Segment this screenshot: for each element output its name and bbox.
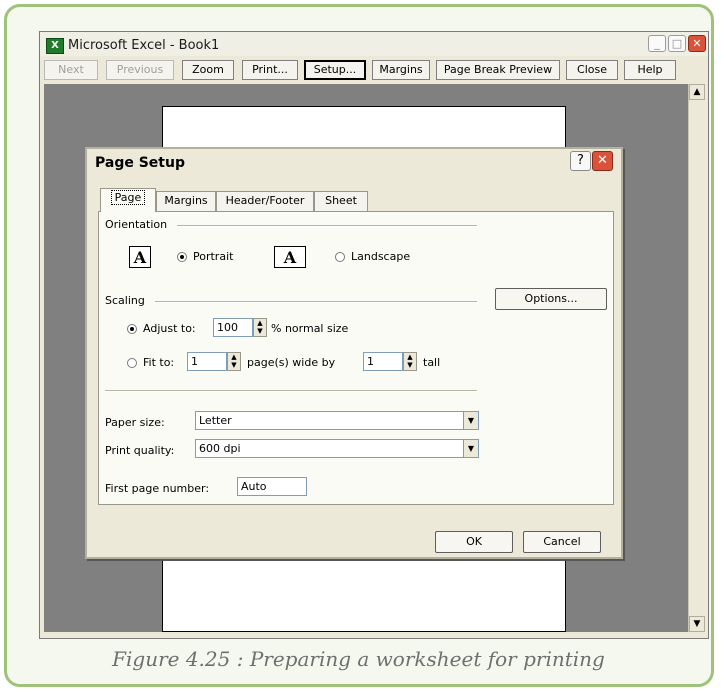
wide-suffix-label: page(s) wide by: [247, 356, 336, 369]
page-break-preview-button[interactable]: Page Break Preview: [436, 60, 560, 80]
figure-caption: Figure 4.25 : Preparing a worksheet for …: [112, 647, 605, 671]
orientation-group-label: Orientation: [105, 218, 168, 231]
previous-button[interactable]: Previous: [106, 60, 174, 80]
print-quality-value: 600 dpi: [199, 442, 241, 455]
adjust-to-radio[interactable]: [127, 324, 137, 334]
title-bar: X Microsoft Excel - Book1 _ □ ✕: [40, 32, 708, 56]
paper-size-dropdown-icon[interactable]: ▼: [463, 412, 478, 429]
fit-tall-spinner[interactable]: ▲ ▼: [403, 352, 417, 371]
dialog-close-icon[interactable]: ✕: [592, 151, 613, 171]
help-button[interactable]: Help: [624, 60, 676, 80]
scroll-down-icon[interactable]: ▼: [689, 616, 705, 632]
fit-wide-input[interactable]: 1: [187, 352, 227, 371]
print-quality-select[interactable]: 600 dpi ▼: [195, 439, 479, 458]
close-window-button[interactable]: ✕: [688, 35, 706, 52]
tall-suffix-label: tall: [423, 356, 441, 369]
orientation-divider: [177, 225, 477, 227]
scaling-bottom-divider: [105, 390, 477, 392]
window-title: Microsoft Excel - Book1: [68, 38, 220, 53]
dialog-title: Page Setup: [95, 155, 185, 171]
options-button[interactable]: Options...: [495, 288, 607, 310]
landscape-page-icon: A: [274, 246, 306, 268]
fit-to-label[interactable]: Fit to:: [143, 356, 174, 369]
ok-button[interactable]: OK: [435, 531, 513, 553]
tab-page[interactable]: Page: [100, 188, 156, 212]
paper-size-select[interactable]: Letter ▼: [195, 411, 479, 430]
fit-to-radio[interactable]: [127, 358, 137, 368]
vertical-scrollbar[interactable]: ▲ ▼: [688, 84, 705, 632]
close-preview-button[interactable]: Close: [566, 60, 618, 80]
adjust-percent-spinner[interactable]: ▲ ▼: [253, 318, 267, 337]
paper-size-value: Letter: [199, 414, 232, 427]
tab-header-footer[interactable]: Header/Footer: [216, 191, 314, 211]
portrait-page-icon: A: [129, 246, 151, 268]
adjust-suffix-label: % normal size: [271, 322, 349, 335]
tab-page-label: Page: [110, 190, 146, 205]
margins-button[interactable]: Margins: [372, 60, 430, 80]
print-button[interactable]: Print...: [242, 60, 298, 80]
portrait-radio[interactable]: [177, 252, 187, 262]
fit-wide-spinner[interactable]: ▲ ▼: [227, 352, 241, 371]
scaling-group-label: Scaling: [105, 294, 145, 307]
portrait-label[interactable]: Portrait: [193, 250, 233, 263]
landscape-label[interactable]: Landscape: [351, 250, 410, 263]
zoom-button[interactable]: Zoom: [182, 60, 234, 80]
print-preview-toolbar: Next Previous Zoom Print... Setup... Mar…: [40, 58, 708, 84]
adjust-percent-input[interactable]: 100: [213, 318, 253, 337]
fit-tall-input[interactable]: 1: [363, 352, 403, 371]
first-page-input[interactable]: Auto: [237, 477, 307, 496]
page-tab-panel: Orientation A Portrait A Landscape Scali…: [98, 211, 614, 505]
scaling-divider: [155, 301, 477, 303]
figure-frame: NCERT X Microsoft Excel - Book1 _ □ ✕ Ne…: [4, 4, 714, 687]
tab-margins[interactable]: Margins: [156, 191, 216, 211]
print-quality-label: Print quality:: [105, 444, 175, 457]
maximize-button[interactable]: □: [668, 35, 686, 52]
cancel-button[interactable]: Cancel: [523, 531, 601, 553]
print-quality-dropdown-icon[interactable]: ▼: [463, 440, 478, 457]
next-button[interactable]: Next: [44, 60, 98, 80]
tab-sheet[interactable]: Sheet: [314, 191, 368, 211]
paper-size-label: Paper size:: [105, 416, 165, 429]
first-page-label: First page number:: [105, 482, 210, 495]
setup-button[interactable]: Setup...: [304, 60, 366, 80]
dialog-help-icon[interactable]: ?: [570, 151, 591, 171]
excel-app-icon: X: [46, 38, 64, 54]
adjust-to-label[interactable]: Adjust to:: [143, 322, 196, 335]
page-setup-dialog: Page Setup ? ✕ Page Margins Header/Foote…: [85, 147, 623, 559]
scroll-up-icon[interactable]: ▲: [689, 84, 705, 100]
landscape-radio[interactable]: [335, 252, 345, 262]
minimize-button[interactable]: _: [648, 35, 666, 52]
